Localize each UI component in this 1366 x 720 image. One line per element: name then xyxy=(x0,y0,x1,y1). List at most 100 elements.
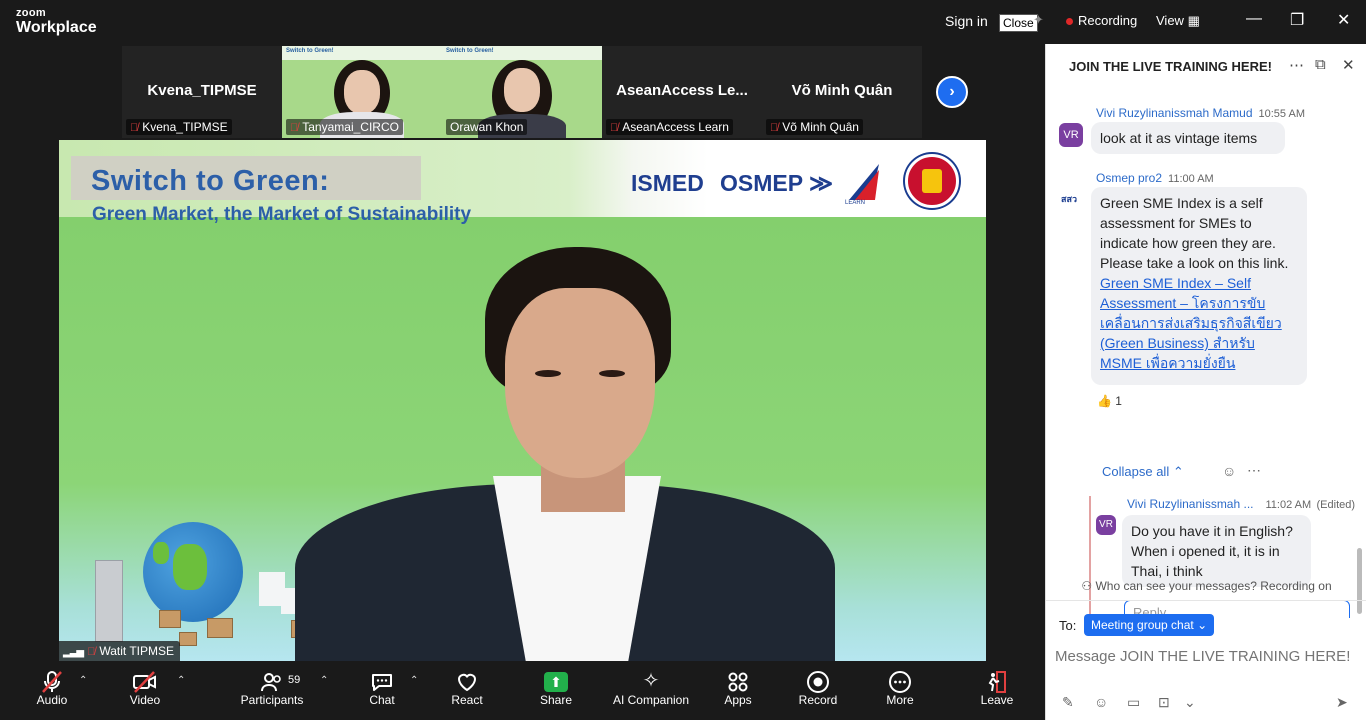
mic-muted-icon: 🎙̸ xyxy=(130,122,139,134)
message-link[interactable]: Green SME Index – Self Assessment – โครง… xyxy=(1100,275,1282,371)
chat-panel: JOIN THE LIVE TRAINING HERE! ⋯ ⧉ ✕ Vivi … xyxy=(1045,44,1366,720)
message-time: 11:02 AM xyxy=(1265,499,1312,511)
slide-title: Switch to Green: xyxy=(91,165,330,197)
send-icon[interactable]: ➤ xyxy=(1336,694,1348,711)
emoji-icon[interactable]: ☺ xyxy=(1094,694,1108,710)
meeting-toolbar: Audio ⌃ Video ⌃ Participants 59 ⌃ Chat ⌃… xyxy=(0,662,1045,720)
globe-land xyxy=(173,544,207,590)
ai-companion-button[interactable]: ✧ AI Companion xyxy=(610,662,692,720)
react-label: React xyxy=(451,693,483,707)
leave-button[interactable]: Leave xyxy=(977,662,1017,720)
thumbnail-tile[interactable]: Kvena_TIPMSE 🎙̸ Kvena_TIPMSE xyxy=(122,46,282,138)
thumbnail-tile[interactable]: Switch to Green! Orawan Khon xyxy=(442,46,602,138)
active-speaker-video[interactable]: Switch to Green: Green Market, the Marke… xyxy=(59,140,986,661)
learn-caption: LEARN xyxy=(845,200,865,206)
record-icon xyxy=(796,662,840,693)
participants-button[interactable]: Participants xyxy=(238,662,306,720)
restore-icon[interactable]: ❐ xyxy=(1290,10,1304,30)
recipient-select[interactable]: Meeting group chat ⌄ xyxy=(1084,614,1215,636)
message-text: Green SME Index is a self assessment for… xyxy=(1100,195,1289,271)
title-bar: zoom Workplace xyxy=(0,0,1045,44)
record-button[interactable]: Record xyxy=(796,662,840,720)
participants-options-caret-icon[interactable]: ⌃ xyxy=(320,675,328,686)
chat-message-list[interactable]: Vivi Ruzylinanissmah Mamud 10:55 AM VR lo… xyxy=(1046,88,1366,618)
reaction-chip[interactable]: 👍 1 xyxy=(1097,394,1122,408)
asean-access-learn-logo: LEARN xyxy=(845,164,879,206)
message-input[interactable] xyxy=(1055,645,1355,667)
brand-bottom-text: Workplace xyxy=(16,19,97,36)
chat-compose-area: To: Meeting group chat ⌄ ✎ ☺ ▭ ⊡ ⌄ ➤ xyxy=(1046,600,1366,720)
message-visibility-note[interactable]: ⚇ Who can see your messages? Recording o… xyxy=(1046,579,1366,599)
thumbnail-tile[interactable]: AseanAccess Le... 🎙̸ AseanAccess Learn xyxy=(602,46,762,138)
slide-banner: Switch to Green: Green Market, the Marke… xyxy=(59,140,986,225)
mini-slide-banner: Switch to Green! xyxy=(442,46,602,60)
zoom-workplace-logo: zoom Workplace xyxy=(16,8,97,36)
presenter-eye xyxy=(599,370,625,377)
video-options-caret-icon[interactable]: ⌃ xyxy=(177,675,185,686)
view-button[interactable]: View ▦ xyxy=(1156,13,1200,29)
thumbnail-tile[interactable]: Võ Minh Quân 🎙̸ Võ Minh Quân xyxy=(762,46,922,138)
ai-sparkle-icon[interactable]: ✦ xyxy=(1033,12,1044,28)
building-decor xyxy=(95,560,123,642)
pop-out-icon[interactable]: ⧉ xyxy=(1315,56,1326,73)
chat-options-caret-icon[interactable]: ⌃ xyxy=(410,675,418,686)
ismed-logo: ISMED xyxy=(631,170,704,196)
participants-count: 59 xyxy=(288,674,301,686)
more-button[interactable]: More xyxy=(880,662,920,720)
participant-thumbnail-strip: Kvena_TIPMSE 🎙̸ Kvena_TIPMSE Switch to Gr… xyxy=(122,46,922,138)
avatar[interactable]: VR xyxy=(1096,515,1116,535)
visibility-text: Who can see your messages? Recording on xyxy=(1095,579,1332,593)
close-chat-icon[interactable]: ✕ xyxy=(1342,56,1355,74)
apps-button[interactable]: Apps xyxy=(718,662,758,720)
collapse-all-link[interactable]: Collapse all ⌃ xyxy=(1102,464,1184,480)
message-bubble: Green SME Index is a self assessment for… xyxy=(1091,187,1307,385)
react-button[interactable]: React xyxy=(448,662,486,720)
format-text-icon[interactable]: ✎ xyxy=(1062,694,1074,711)
audio-button[interactable]: Audio xyxy=(30,662,74,720)
message-sender: Vivi Ruzylinanissmah Mamud 10:55 AM xyxy=(1096,106,1305,120)
minimize-icon[interactable]: — xyxy=(1246,10,1262,28)
close-icon[interactable]: ✕ xyxy=(1337,10,1350,30)
chat-button[interactable]: Chat xyxy=(364,662,400,720)
participants-label: Participants xyxy=(240,693,304,707)
next-page-arrow-icon[interactable]: › xyxy=(936,76,968,108)
screenshot-icon[interactable]: ⊡ xyxy=(1158,694,1170,711)
reply-bubble: Do you have it in English? When i opened… xyxy=(1122,515,1311,587)
box-decor xyxy=(207,618,233,638)
tile-name: Võ Minh Quân xyxy=(791,82,893,99)
people-icon: ⚇ xyxy=(1081,579,1093,593)
tile-label: 🎙̸ Võ Minh Quân xyxy=(766,119,863,135)
more-actions-icon[interactable]: ⋯ xyxy=(1247,462,1261,479)
audio-options-caret-icon[interactable]: ⌃ xyxy=(79,675,87,686)
tile-name: AseanAccess Le... xyxy=(616,82,748,99)
avatar[interactable]: VR xyxy=(1059,123,1083,147)
thumbs-up-icon: 👍 xyxy=(1097,394,1112,408)
recording-indicator[interactable]: Recording xyxy=(1066,13,1137,28)
more-options-icon[interactable]: ⋯ xyxy=(1289,56,1304,74)
recording-dot-icon xyxy=(1066,18,1073,26)
presenter-eye xyxy=(535,370,561,377)
thumbnail-tile[interactable]: Switch to Green! 🎙̸ Tanyamai_CIRCO xyxy=(282,46,442,138)
chat-bubble-icon xyxy=(364,662,400,692)
view-label: View xyxy=(1156,13,1184,28)
apps-grid-icon xyxy=(718,662,758,692)
sign-in-link[interactable]: Sign in xyxy=(945,13,988,29)
file-attach-icon[interactable]: ▭ xyxy=(1127,694,1140,711)
share-arrow-icon: ⬆ xyxy=(536,662,576,692)
video-button[interactable]: Video xyxy=(124,662,166,720)
globe-decor xyxy=(143,522,243,622)
ai-sparkle-icon: ✧ xyxy=(642,670,660,692)
add-reaction-icon[interactable]: ☺ xyxy=(1222,463,1236,479)
grid-view-icon: ▦ xyxy=(1187,13,1200,28)
avatar[interactable]: สสว xyxy=(1057,187,1081,211)
more-label: More xyxy=(886,693,914,707)
mini-slide-banner: Switch to Green! xyxy=(282,46,442,60)
share-screen-button[interactable]: ⬆ Share xyxy=(536,662,576,720)
participant-name: Tanyamai_CIRCO xyxy=(302,120,399,134)
message-sender: Osmep pro2 11:00 AM xyxy=(1096,171,1214,185)
more-tools-chevron-icon[interactable]: ⌄ xyxy=(1184,694,1196,711)
message-time: 11:00 AM xyxy=(1168,173,1214,185)
leave-door-icon xyxy=(977,662,1017,693)
audio-label: Audio xyxy=(36,693,68,707)
tile-label: 🎙̸ Tanyamai_CIRCO xyxy=(286,119,403,135)
